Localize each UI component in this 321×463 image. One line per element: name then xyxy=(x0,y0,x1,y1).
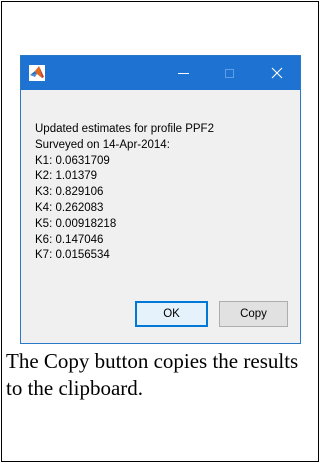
minimize-button[interactable] xyxy=(160,56,206,90)
dialog-titlebar[interactable] xyxy=(21,56,300,90)
figure-caption: The Copy button copies the results to th… xyxy=(6,349,299,400)
close-button[interactable] xyxy=(254,56,300,90)
estimate-line: K3: 0.829106 xyxy=(35,186,104,199)
estimate-line: K6: 0.147046 xyxy=(35,233,104,246)
estimate-line: K4: 0.262083 xyxy=(35,201,104,214)
estimate-line: K5: 0.00918218 xyxy=(35,217,117,230)
ok-button[interactable]: OK xyxy=(135,301,208,327)
maximize-button xyxy=(206,56,252,90)
message-heading: Updated estimates for profile PPF2 xyxy=(35,123,214,135)
matlab-icon xyxy=(29,65,45,81)
copy-button[interactable]: Copy xyxy=(219,301,288,327)
results-dialog: Updated estimates for profile PPF2 Surve… xyxy=(20,55,301,344)
maximize-icon xyxy=(224,68,234,78)
close-icon xyxy=(271,67,283,79)
survey-date-line: Surveyed on 14-Apr-2014: xyxy=(35,138,170,151)
minimize-icon xyxy=(177,72,189,74)
estimate-line: K2: 1.01379 xyxy=(35,170,98,183)
message-area: Updated estimates for profile PPF2 Surve… xyxy=(35,122,295,264)
estimate-line: K7: 0.0156534 xyxy=(35,249,110,262)
estimate-line: K1: 0.0631709 xyxy=(35,154,110,167)
